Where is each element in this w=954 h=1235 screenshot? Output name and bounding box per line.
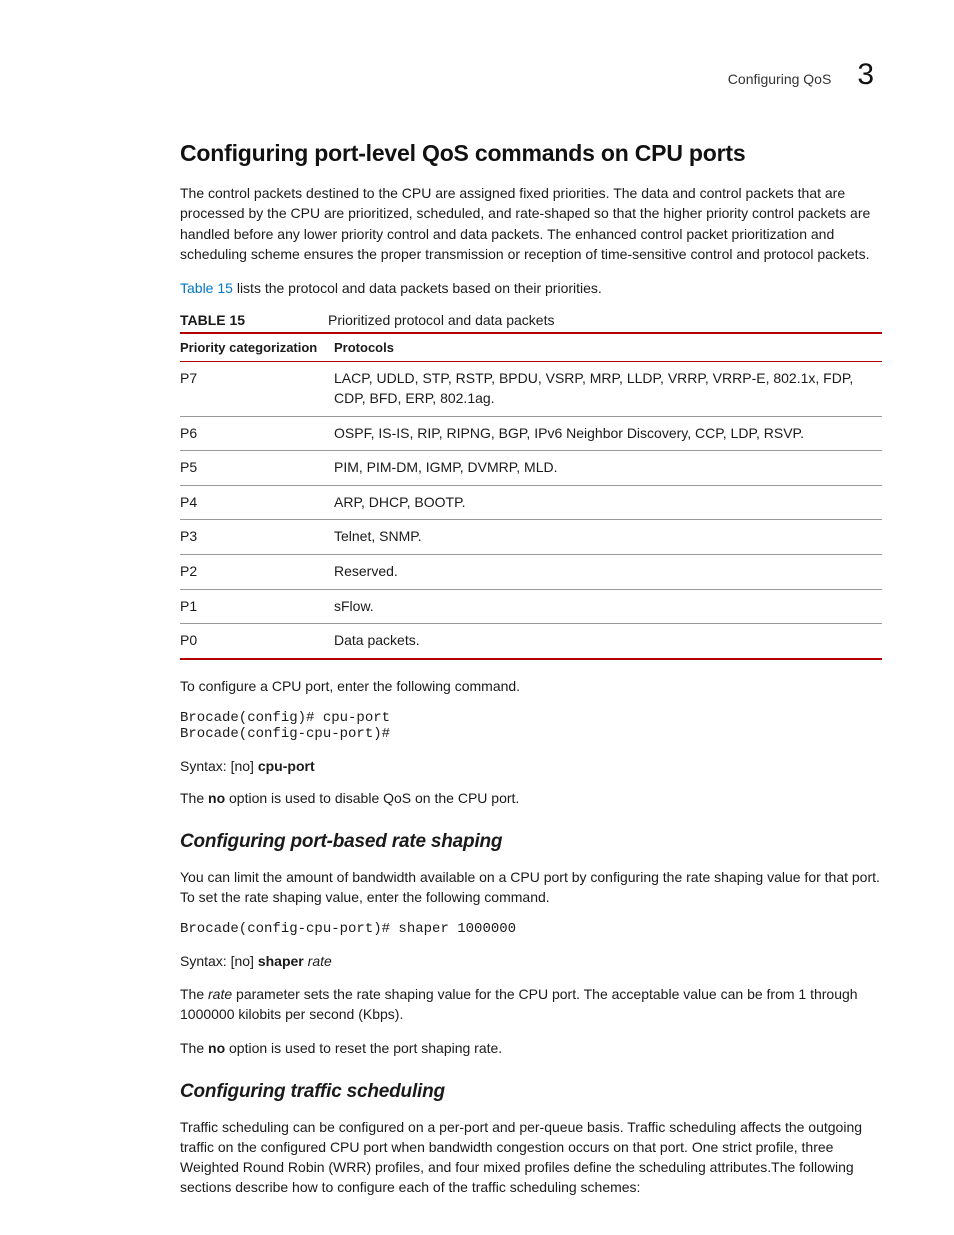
cell-priority: P5 xyxy=(180,451,334,486)
cell-priority: P0 xyxy=(180,624,334,659)
table-lead-paragraph: Table 15 lists the protocol and data pac… xyxy=(180,278,882,298)
rb: rate xyxy=(208,986,232,1002)
rnc: option is used to reset the port shaping… xyxy=(225,1040,502,1056)
chapter-number: 3 xyxy=(857,58,874,92)
code-block-cpu: Brocade(config)# cpu-port Brocade(config… xyxy=(180,710,882,742)
cell-protocols: Telnet, SNMP. xyxy=(334,520,882,555)
code-block-shaper: Brocade(config-cpu-port)# shaper 1000000 xyxy=(180,921,882,937)
syntax-cmd: shaper xyxy=(258,953,308,969)
content-area: Configuring port-level QoS commands on C… xyxy=(180,140,882,1198)
table-header-row: Priority categorization Protocols xyxy=(180,333,882,362)
syntax-arg: rate xyxy=(308,953,332,969)
syntax-line-cpu: Syntax: [no] cpu-port xyxy=(180,756,882,776)
subsection-rate-shaping: Configuring port-based rate shaping xyxy=(180,831,882,853)
intro-paragraph: The control packets destined to the CPU … xyxy=(180,183,882,264)
table-row: P5PIM, PIM-DM, IGMP, DVMRP, MLD. xyxy=(180,451,882,486)
no-option-note-cpu: The no option is used to disable QoS on … xyxy=(180,788,882,808)
rnb: no xyxy=(208,1040,225,1056)
table-label: TABLE 15 xyxy=(180,312,328,328)
syntax-no: [no] xyxy=(231,758,258,774)
cell-priority: P4 xyxy=(180,485,334,520)
cell-priority: P3 xyxy=(180,520,334,555)
table-row: P4ARP, DHCP, BOOTP. xyxy=(180,485,882,520)
cell-protocols: PIM, PIM-DM, IGMP, DVMRP, MLD. xyxy=(334,451,882,486)
table-row: P6OSPF, IS-IS, RIP, RIPNG, BGP, IPv6 Nei… xyxy=(180,416,882,451)
cell-protocols: Data packets. xyxy=(334,624,882,659)
syntax-prefix: Syntax: xyxy=(180,758,231,774)
syntax-cmd: cpu-port xyxy=(258,758,315,774)
ra: The xyxy=(180,986,208,1002)
cell-priority: P6 xyxy=(180,416,334,451)
config-instruction: To configure a CPU port, enter the follo… xyxy=(180,676,882,696)
cell-protocols: Reserved. xyxy=(334,555,882,590)
rate-intro: You can limit the amount of bandwidth av… xyxy=(180,867,882,908)
no-a: The xyxy=(180,790,208,806)
rc: parameter sets the rate shaping value fo… xyxy=(180,986,858,1022)
priority-table: Priority categorization Protocols P7LACP… xyxy=(180,332,882,659)
subsection-traffic-scheduling: Configuring traffic scheduling xyxy=(180,1081,882,1103)
table-row: P0Data packets. xyxy=(180,624,882,659)
cell-priority: P1 xyxy=(180,589,334,624)
syntax-prefix: Syntax: xyxy=(180,953,231,969)
table-row: P3Telnet, SNMP. xyxy=(180,520,882,555)
cell-priority: P2 xyxy=(180,555,334,590)
cell-protocols: LACP, UDLD, STP, RSTP, BPDU, VSRP, MRP, … xyxy=(334,362,882,416)
table-caption: Prioritized protocol and data packets xyxy=(328,312,554,328)
syntax-line-shaper: Syntax: [no] shaper rate xyxy=(180,951,882,971)
no-option-note-shaper: The no option is used to reset the port … xyxy=(180,1038,882,1058)
table-row: P2Reserved. xyxy=(180,555,882,590)
col-priority: Priority categorization xyxy=(180,333,334,362)
section-heading: Configuring port-level QoS commands on C… xyxy=(180,140,882,167)
cell-protocols: sFlow. xyxy=(334,589,882,624)
scheduling-paragraph: Traffic scheduling can be configured on … xyxy=(180,1117,882,1198)
page-header: Configuring QoS 3 xyxy=(72,58,874,92)
cell-protocols: OSPF, IS-IS, RIP, RIPNG, BGP, IPv6 Neigh… xyxy=(334,416,882,451)
table-row: P7LACP, UDLD, STP, RSTP, BPDU, VSRP, MRP… xyxy=(180,362,882,416)
cell-priority: P7 xyxy=(180,362,334,416)
cell-protocols: ARP, DHCP, BOOTP. xyxy=(334,485,882,520)
col-protocols: Protocols xyxy=(334,333,882,362)
breadcrumb: Configuring QoS xyxy=(728,71,832,87)
rna: The xyxy=(180,1040,208,1056)
no-b: no xyxy=(208,790,225,806)
no-c: option is used to disable QoS on the CPU… xyxy=(225,790,519,806)
rate-param-note: The rate parameter sets the rate shaping… xyxy=(180,984,882,1025)
table-lead-text: lists the protocol and data packets base… xyxy=(233,280,602,296)
document-page: Configuring QoS 3 Configuring port-level… xyxy=(0,0,954,1235)
table-caption-row: TABLE 15 Prioritized protocol and data p… xyxy=(180,312,882,328)
table-row: P1sFlow. xyxy=(180,589,882,624)
syntax-no: [no] xyxy=(231,953,258,969)
table-reference-link[interactable]: Table 15 xyxy=(180,280,233,296)
